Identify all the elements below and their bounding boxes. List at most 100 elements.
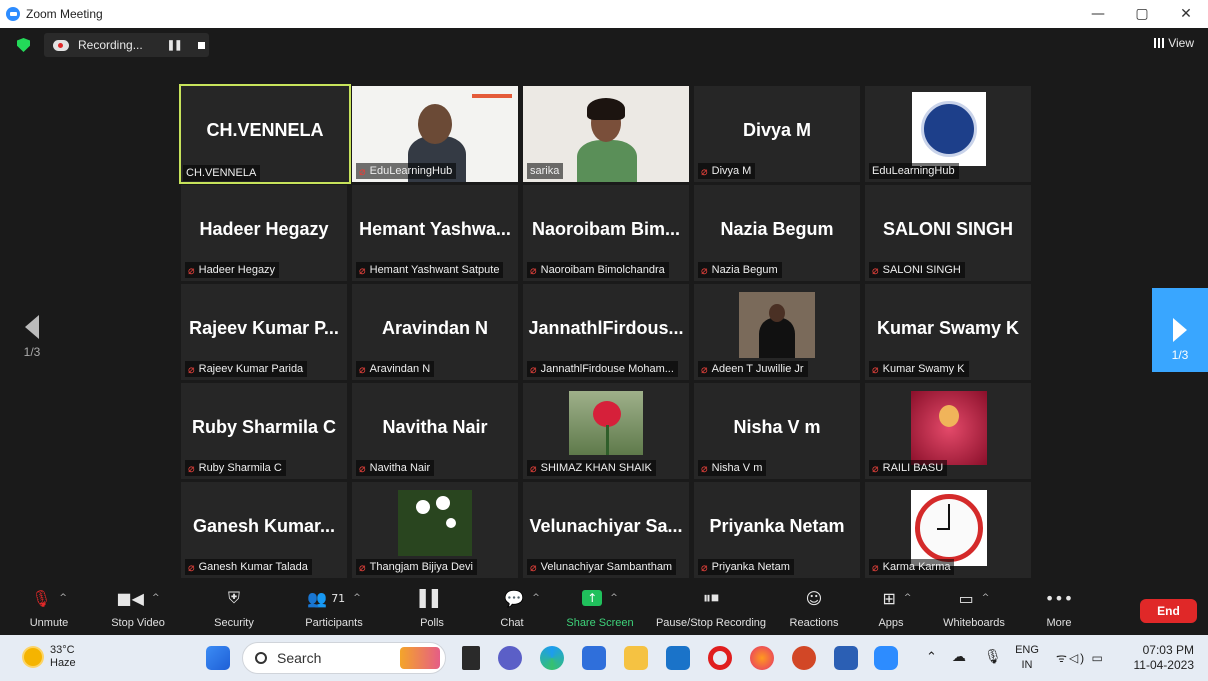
- next-page-button[interactable]: 1/3: [1152, 288, 1208, 372]
- pause-recording-icon[interactable]: ❚❚: [167, 40, 183, 51]
- apps-button[interactable]: ⊞ ^ Apps: [872, 587, 922, 635]
- security-label: Security: [214, 617, 254, 629]
- unmute-button[interactable]: 🎙 ^ Unmute: [14, 587, 84, 635]
- participant-name: Velunachiyar Sambantham: [540, 561, 673, 573]
- encryption-shield-icon[interactable]: [17, 38, 30, 52]
- network-status-icon[interactable]: ☁: [952, 648, 966, 665]
- participant-tile[interactable]: EduLearningHub: [865, 86, 1031, 182]
- participant-tile[interactable]: Ganesh Kumar... ⌀ Ganesh Kumar Talada: [181, 482, 347, 578]
- participant-name-label: ⌀ EduLearningHub: [356, 163, 457, 179]
- chevron-up-icon[interactable]: ^: [152, 593, 160, 603]
- zoom-taskbar-icon[interactable]: [874, 646, 898, 670]
- participant-tile[interactable]: SALONI SINGH ⌀ SALONI SINGH: [865, 185, 1031, 281]
- participant-name-label: ⌀ JannathlFirdouse Moham...: [527, 361, 678, 377]
- windows-start-icon[interactable]: [206, 646, 230, 670]
- security-button[interactable]: ⛨ Security: [206, 587, 262, 635]
- chevron-up-icon[interactable]: ^: [904, 593, 912, 603]
- participant-tile[interactable]: ⌀ Karma Karma: [865, 482, 1031, 578]
- whiteboards-button[interactable]: ▭ ^ Whiteboards: [936, 587, 1012, 635]
- participant-tile[interactable]: ⌀ RAILI BASU: [865, 383, 1031, 479]
- participant-name-label: ⌀ Kumar Swamy K: [869, 361, 969, 377]
- weather-sun-icon: [24, 648, 42, 666]
- participant-tile[interactable]: Hadeer Hegazy ⌀ Hadeer Hegazy: [181, 185, 347, 281]
- security-shield-icon: ⛨: [227, 588, 240, 607]
- recording-indicator[interactable]: Recording... ❚❚: [44, 33, 209, 57]
- muted-microphone-icon: ⌀: [188, 362, 195, 376]
- task-view-icon[interactable]: [462, 646, 480, 670]
- participant-tile[interactable]: Divya M ⌀ Divya M: [694, 86, 860, 182]
- chevron-up-icon[interactable]: ^: [982, 593, 990, 603]
- previous-page-button[interactable]: 1/3: [18, 315, 46, 359]
- chat-button[interactable]: 💬 ^ Chat: [494, 587, 550, 635]
- close-button[interactable]: ✕: [1164, 0, 1208, 28]
- participant-tile[interactable]: Aravindan N ⌀ Aravindan N: [352, 284, 518, 380]
- muted-microphone-icon: ⌀: [359, 263, 366, 277]
- participant-tile[interactable]: CH.VENNELA CH.VENNELA: [179, 84, 351, 184]
- edge-browser-icon[interactable]: [540, 646, 564, 670]
- opera-browser-icon[interactable]: [708, 646, 732, 670]
- wifi-volume-battery-icons[interactable]: ᯤ◁) ▭: [1056, 649, 1105, 666]
- show-hidden-icons[interactable]: ⌃: [926, 649, 937, 665]
- participant-tile[interactable]: Ruby Sharmila C ⌀ Ruby Sharmila C: [181, 383, 347, 479]
- participant-name: Divya M: [711, 165, 752, 177]
- participant-display-name: Rajeev Kumar P...: [189, 318, 339, 338]
- participant-tile[interactable]: Nazia Begum ⌀ Nazia Begum: [694, 185, 860, 281]
- minimize-button[interactable]: —: [1076, 0, 1120, 28]
- participant-tile[interactable]: Velunachiyar Sa... ⌀ Velunachiyar Sambanth…: [523, 482, 689, 578]
- microphone-muted-icon: 🎙: [31, 588, 52, 608]
- maximize-button[interactable]: ▢: [1120, 0, 1164, 28]
- chevron-up-icon[interactable]: ^: [59, 593, 67, 603]
- view-button[interactable]: View: [1154, 36, 1194, 50]
- share-screen-button[interactable]: ↑ ^ Share Screen: [564, 587, 636, 635]
- participant-tile[interactable]: Rajeev Kumar P... ⌀ Rajeev Kumar Parida: [181, 284, 347, 380]
- microsoft-store-icon[interactable]: [582, 646, 606, 670]
- participant-tile[interactable]: Hemant Yashwa... ⌀ Hemant Yashwant Satpute: [352, 185, 518, 281]
- polls-button[interactable]: ▌▌ Polls: [412, 587, 452, 635]
- participant-tile[interactable]: ⌀ Thangjam Bijiya Devi: [352, 482, 518, 578]
- powerpoint-icon[interactable]: [792, 646, 816, 670]
- muted-microphone-icon: ⌀: [359, 164, 366, 178]
- word-icon[interactable]: [834, 646, 858, 670]
- reactions-button[interactable]: ☺ Reactions: [786, 587, 842, 635]
- file-explorer-icon[interactable]: [624, 646, 648, 670]
- participant-tile[interactable]: Kumar Swamy K ⌀ Kumar Swamy K: [865, 284, 1031, 380]
- participant-tile[interactable]: Naoroibam Bim... ⌀ Naoroibam Bimolchandra: [523, 185, 689, 281]
- participant-name-label: ⌀ Nisha V m: [698, 460, 767, 476]
- participant-tile[interactable]: ⌀ EduLearningHub: [352, 86, 518, 182]
- participant-name: Adeen T Juwillie Jr: [711, 363, 804, 375]
- more-button[interactable]: ••• More: [1040, 587, 1078, 635]
- muted-microphone-icon: ⌀: [530, 263, 537, 277]
- participant-tile[interactable]: ⌀ Adeen T Juwillie Jr: [694, 284, 860, 380]
- participants-button[interactable]: 👥 71 ^ Participants: [296, 587, 372, 635]
- chevron-up-icon[interactable]: ^: [610, 593, 618, 603]
- muted-microphone-icon: ⌀: [701, 560, 708, 574]
- mail-icon[interactable]: [666, 646, 690, 670]
- participant-name-label: ⌀ Rajeev Kumar Parida: [185, 361, 308, 377]
- chevron-up-icon[interactable]: ^: [532, 593, 540, 603]
- microphone-tray-icon[interactable]: 🎙: [984, 648, 1002, 665]
- participant-tile[interactable]: Priyanka Netam ⌀ Priyanka Netam: [694, 482, 860, 578]
- window-title-bar: Zoom Meeting — ▢ ✕: [0, 0, 1208, 28]
- end-meeting-button[interactable]: End: [1140, 599, 1197, 623]
- participant-name: Kumar Swamy K: [882, 363, 965, 375]
- participant-tile[interactable]: JannathlFirdous... ⌀ JannathlFirdouse Moha…: [523, 284, 689, 380]
- participant-name-label: ⌀ Ruby Sharmila C: [185, 460, 286, 476]
- weather-widget[interactable]: 33°C Haze: [24, 644, 76, 670]
- chevron-up-icon[interactable]: ^: [353, 593, 361, 603]
- participant-tile[interactable]: sarika: [523, 86, 689, 182]
- pause-stop-recording-button[interactable]: ⏸⏹ Pause/Stop Recording: [652, 587, 770, 635]
- participant-name: Navitha Nair: [369, 462, 431, 474]
- profile-photo: [911, 490, 987, 566]
- participants-icon: 👥: [307, 588, 328, 608]
- participant-tile[interactable]: ⌀ SHIMAZ KHAN SHAIK: [523, 383, 689, 479]
- stop-video-label: Stop Video: [111, 617, 165, 629]
- firefox-icon[interactable]: [750, 646, 774, 670]
- teams-chat-icon[interactable]: [498, 646, 522, 670]
- participant-tile[interactable]: Navitha Nair ⌀ Navitha Nair: [352, 383, 518, 479]
- stop-recording-icon[interactable]: [198, 41, 206, 49]
- participant-tile[interactable]: Nisha V m ⌀ Nisha V m: [694, 383, 860, 479]
- language-indicator[interactable]: ENG IN: [1014, 643, 1040, 673]
- taskbar-clock[interactable]: 07:03 PM 11-04-2023: [1128, 643, 1195, 673]
- stop-video-button[interactable]: ■◀ ^ Stop Video: [100, 587, 176, 635]
- participant-name-label: ⌀ Naoroibam Bimolchandra: [527, 262, 669, 278]
